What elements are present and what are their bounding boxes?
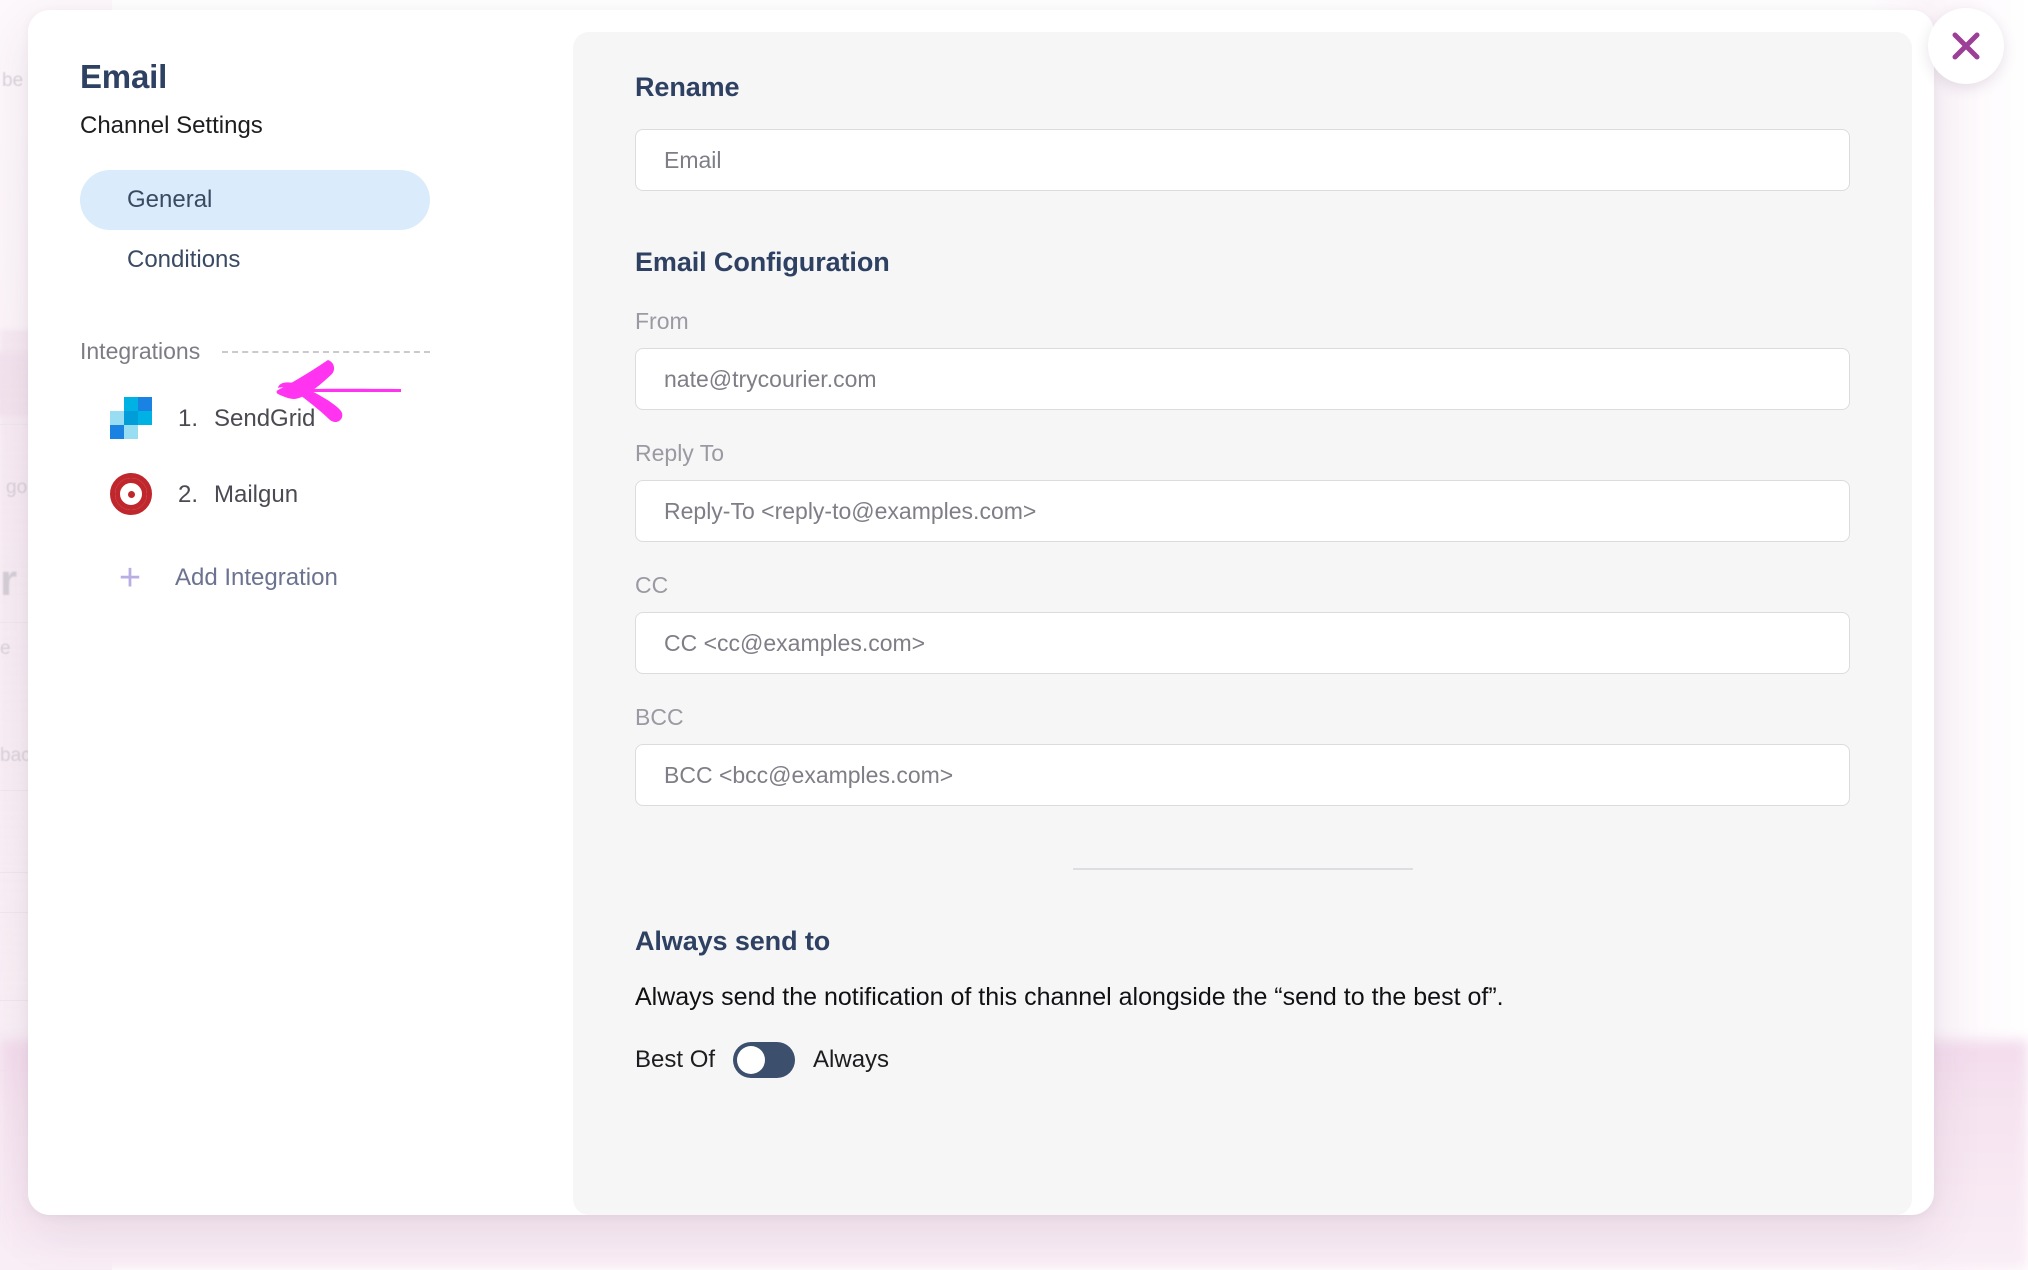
sendgrid-logo-icon — [110, 397, 154, 441]
reply-to-label: Reply To — [635, 440, 725, 466]
add-integration-label: Add Integration — [175, 564, 338, 591]
cc-input[interactable] — [635, 612, 1850, 674]
section-divider — [1072, 868, 1413, 870]
toggle-label-always: Always — [813, 1046, 890, 1073]
rename-input[interactable] — [635, 129, 1850, 191]
settings-nav-list: General Conditions — [80, 170, 430, 290]
sidebar-item-label: General — [127, 186, 213, 213]
close-button[interactable] — [1928, 8, 2004, 84]
always-send-heading: Always send to — [635, 926, 831, 956]
sidebar-item-conditions[interactable]: Conditions — [80, 230, 430, 290]
plus-icon: + — [118, 557, 142, 599]
bg-ghost-text: bac — [0, 745, 31, 766]
integration-index: 2. — [178, 481, 199, 508]
integrations-section-header: Integrations — [80, 338, 430, 365]
integrations-label: Integrations — [80, 338, 201, 364]
integration-name: SendGrid — [214, 405, 316, 432]
page-subtitle: Channel Settings — [80, 112, 263, 139]
email-configuration-heading: Email Configuration — [635, 247, 890, 277]
rename-heading: Rename — [635, 72, 740, 102]
dashed-divider — [222, 350, 430, 353]
cc-label: CC — [635, 572, 669, 598]
channel-settings-modal: Email Channel Settings General Condition… — [28, 10, 1934, 1215]
integration-item-sendgrid[interactable]: 1. SendGrid — [80, 397, 410, 441]
section-divider-wrap — [635, 868, 1850, 870]
toggle-label-best-of: Best Of — [635, 1046, 716, 1073]
integration-name: Mailgun — [214, 481, 299, 508]
best-of-always-toggle[interactable] — [733, 1042, 796, 1078]
sidebar-item-general[interactable]: General — [80, 170, 430, 230]
bg-ghost-text-large: r — [0, 556, 18, 605]
always-send-description: Always send the notification of this cha… — [635, 983, 1504, 1011]
bcc-input[interactable] — [635, 744, 1850, 806]
close-icon — [1952, 32, 1980, 60]
integration-index: 1. — [178, 405, 199, 432]
bg-ghost-text: be — [2, 70, 24, 91]
from-input[interactable] — [635, 348, 1850, 410]
toggle-knob — [737, 1046, 766, 1074]
settings-content-panel: Rename Email Configuration From Reply To… — [573, 32, 1912, 1215]
mailgun-logo-icon — [110, 473, 154, 517]
from-label: From — [635, 308, 689, 334]
bg-ghost-text: go — [6, 477, 28, 498]
reply-to-input[interactable] — [635, 480, 1850, 542]
integration-item-mailgun[interactable]: 2. Mailgun — [80, 473, 410, 517]
settings-sidebar: Email Channel Settings General Condition… — [28, 10, 573, 1215]
bg-ghost-text: e — [0, 638, 11, 659]
bcc-label: BCC — [635, 704, 684, 730]
sidebar-item-label: Conditions — [127, 246, 241, 273]
add-integration-button[interactable]: + Add Integration — [80, 557, 410, 599]
page-title: Email — [80, 58, 168, 95]
best-of-always-toggle-row: Best Of Always — [635, 1042, 1850, 1118]
